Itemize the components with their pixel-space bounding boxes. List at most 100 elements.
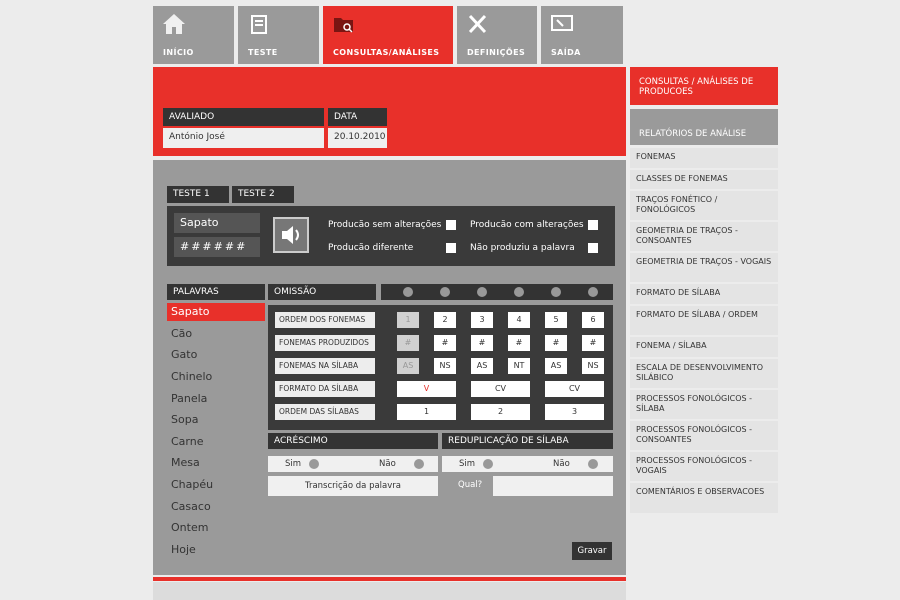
sidebar-item-geometria-consoantes[interactable]: GEOMETRIA DE TRAÇOS - CONSOANTES [630, 222, 778, 251]
option-nao-produziu: Não produziu a palavra [470, 243, 575, 253]
omissao-radio[interactable] [477, 287, 487, 297]
speaker-button[interactable] [273, 217, 309, 253]
grid-cell[interactable]: 3 [471, 312, 493, 328]
row-label-ordem-silabas: ORDEM DAS SÍLABAS [275, 404, 375, 420]
word-panel: Sapato ###### Producão sem alterações Pr… [167, 206, 615, 266]
acrescimo-nao-label: Não [379, 459, 396, 469]
grid-cell[interactable]: # [545, 335, 567, 351]
word-list-item[interactable]: Gato [167, 346, 265, 364]
sidebar-item-classes-fonemas[interactable]: CLASSES DE FONEMAS [630, 170, 778, 189]
checkbox-producao-com-alteracoes[interactable] [588, 220, 598, 230]
sidebar-item-comentarios[interactable]: COMENTÁRIOS E OBSERVACOES [630, 483, 778, 513]
evaluation-header: AVALIADO António José DATA 20.10.2010 [153, 67, 626, 156]
grid-cell[interactable]: # [582, 335, 604, 351]
sidebar-relatorios-header: RELATÓRIOS DE ANÁLISE [630, 109, 778, 145]
sidebar-consultas-analises[interactable]: CONSULTAS / ANÁLISES DE PRODUCOES [630, 67, 778, 105]
grid-cell[interactable]: CV [471, 381, 530, 397]
word-text: Sapato [174, 213, 260, 233]
reduplicacao-header: REDUPLICAÇÃO DE SÍLABA [442, 433, 613, 449]
grid-cell[interactable]: # [397, 335, 419, 351]
word-list-item[interactable]: Mesa [167, 454, 265, 472]
sidebar-item-escala[interactable]: ESCALA DE DESENVOLVIMENTO SILÁBICO [630, 359, 778, 388]
reduplicacao-nao-radio[interactable] [588, 459, 598, 469]
grid-cell[interactable]: NT [508, 358, 530, 374]
omissao-grid: ORDEM DOS FONEMAS FONEMAS PRODUZIDOS FON… [268, 305, 613, 430]
row-label-fonemas-silaba: FONEMAS NA SÍLABA [275, 358, 375, 374]
word-mask: ###### [174, 237, 260, 257]
footer-accent-bar [153, 577, 626, 581]
reduplicacao-sim-radio[interactable] [483, 459, 493, 469]
grid-cell[interactable]: 5 [545, 312, 567, 328]
checkbox-producao-diferente[interactable] [446, 243, 456, 253]
home-icon [163, 14, 185, 34]
grid-cell[interactable]: # [508, 335, 530, 351]
grid-cell[interactable]: AS [471, 358, 493, 374]
word-list-item[interactable]: Hoje [167, 541, 265, 559]
word-list-item[interactable]: Sapato [167, 303, 265, 321]
grid-cell[interactable]: V [397, 381, 456, 397]
omissao-radio[interactable] [440, 287, 450, 297]
omissao-dot-bar [381, 284, 613, 300]
word-list-item[interactable]: Carne [167, 433, 265, 451]
grid-cell[interactable]: 2 [471, 404, 530, 420]
grid-cell[interactable]: CV [545, 381, 604, 397]
tab-teste[interactable]: TESTE [238, 6, 319, 64]
omissao-radio[interactable] [551, 287, 561, 297]
grid-cell[interactable]: AS [397, 358, 419, 374]
tab-teste-1[interactable]: TESTE 1 [167, 186, 229, 203]
grid-cell[interactable]: # [471, 335, 493, 351]
grid-cell[interactable]: NS [434, 358, 456, 374]
sidebar-item-processos-consoantes[interactable]: PROCESSOS FONOLÓGICOS - CONSOANTES [630, 421, 778, 450]
sidebar-item-processos-silaba[interactable]: PROCESSOS FONOLÓGICOS - SÍLABA [630, 390, 778, 419]
tab-inicio[interactable]: INÍCIO [153, 6, 234, 64]
tab-saida[interactable]: SAÍDA [541, 6, 623, 64]
tab-teste-2[interactable]: TESTE 2 [232, 186, 294, 203]
gravar-button[interactable]: Gravar [572, 542, 612, 560]
sidebar-item-geometria-vogais[interactable]: GEOMETRIA DE TRAÇOS - VOGAIS [630, 253, 778, 282]
sidebar-item-formato-silaba[interactable]: FORMATO DE SÍLABA [630, 284, 778, 304]
sidebar-item-fonemas[interactable]: FONEMAS [630, 148, 778, 168]
word-list-item[interactable]: Sopa [167, 411, 265, 429]
omissao-header: OMISSÃO [268, 284, 376, 300]
transcricao-field[interactable]: Transcrição da palavra [268, 476, 438, 496]
word-list-item[interactable]: Ontem [167, 519, 265, 537]
sidebar-item-fonema-silaba[interactable]: FONEMA / SÍLABA [630, 337, 778, 357]
row-label-ordem-fonemas: ORDEM DOS FONEMAS [275, 312, 375, 328]
omissao-radio[interactable] [403, 287, 413, 297]
checkbox-producao-sem-alteracoes[interactable] [446, 220, 456, 230]
word-list-item[interactable]: Panela [167, 390, 265, 408]
word-list-item[interactable]: Chapéu [167, 476, 265, 494]
tab-consultas-analises[interactable]: CONSULTAS/ANÁLISES [323, 6, 453, 64]
acrescimo-nao-radio[interactable] [414, 459, 424, 469]
sidebar-item-formato-silaba-ordem[interactable]: FORMATO DE SÍLABA / ORDEM [630, 306, 778, 335]
tab-label: INÍCIO [163, 48, 194, 57]
qual-label: Qual? [458, 480, 483, 490]
grid-cell[interactable]: # [434, 335, 456, 351]
word-list-item[interactable]: Cão [167, 325, 265, 343]
grid-cell[interactable]: 4 [508, 312, 530, 328]
qual-input[interactable] [493, 476, 613, 496]
data-value: 20.10.2010 [328, 128, 387, 148]
sidebar-item-processos-vogais[interactable]: PROCESSOS FONOLÓGICOS - VOGAIS [630, 452, 778, 481]
grid-cell[interactable]: 6 [582, 312, 604, 328]
row-label-formato-silaba: FORMATO DA SÍLABA [275, 381, 375, 397]
omissao-radio[interactable] [514, 287, 524, 297]
avaliado-label: AVALIADO [163, 108, 324, 126]
acrescimo-sim-radio[interactable] [309, 459, 319, 469]
data-label: DATA [328, 108, 387, 126]
sidebar-item-tracos[interactable]: TRAÇOS FONÉTICO / FONOLÓGICOS [630, 191, 778, 220]
word-list-item[interactable]: Casaco [167, 498, 265, 516]
checkbox-nao-produziu[interactable] [588, 243, 598, 253]
grid-cell[interactable]: AS [545, 358, 567, 374]
grid-cell[interactable]: NS [582, 358, 604, 374]
tab-definicoes[interactable]: DEFINIÇÕES [457, 6, 537, 64]
omissao-radio[interactable] [588, 287, 598, 297]
grid-cell[interactable]: 1 [397, 404, 456, 420]
option-producao-sem-alteracoes: Producão sem alterações [328, 220, 442, 230]
grid-cell[interactable]: 2 [434, 312, 456, 328]
word-list-item[interactable]: Chinelo [167, 368, 265, 386]
grid-cell[interactable]: 3 [545, 404, 604, 420]
analysis-panel: TESTE 1 TESTE 2 Sapato ###### Producão s… [153, 160, 626, 575]
grid-cell[interactable]: 1 [397, 312, 419, 328]
acrescimo-sim-label: Sim [285, 459, 302, 469]
